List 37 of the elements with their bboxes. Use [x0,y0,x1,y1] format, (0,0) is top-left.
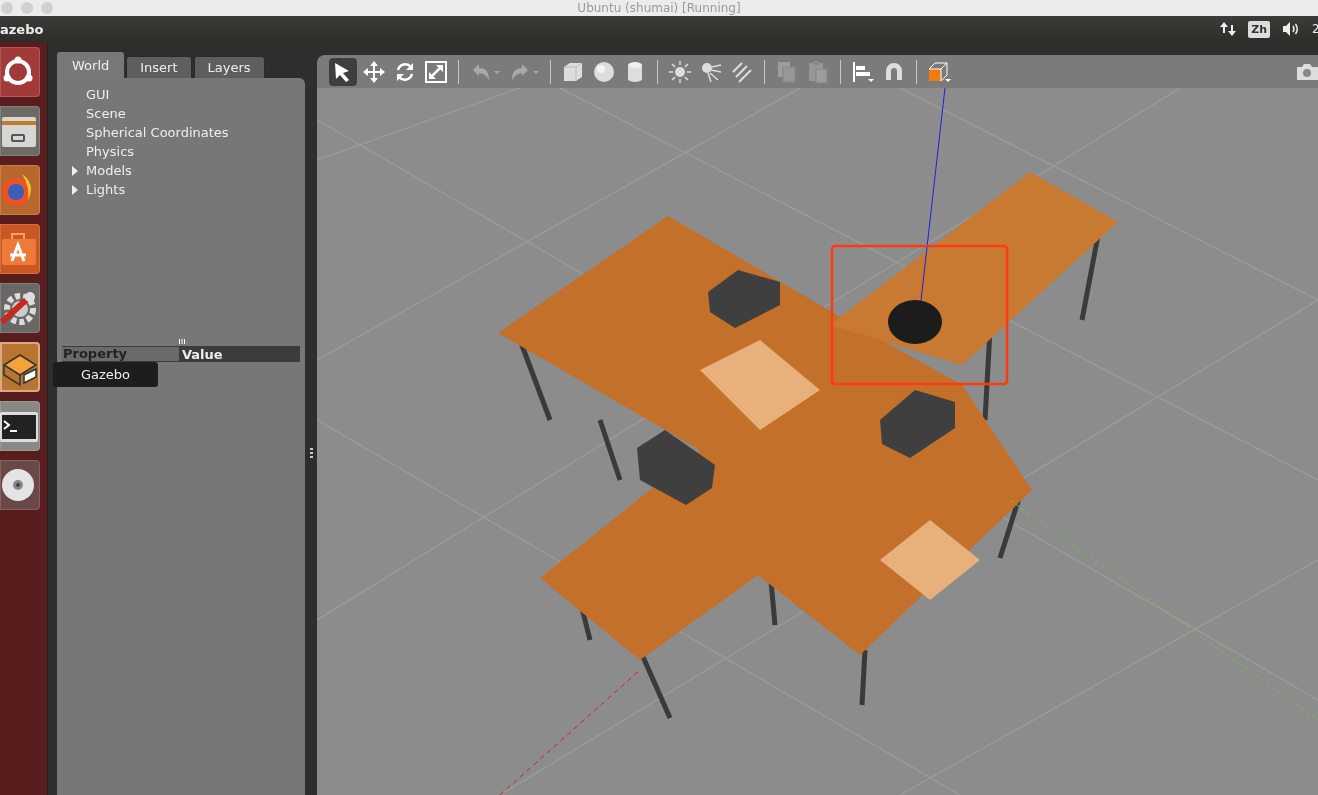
view-cube-icon [927,59,951,84]
align-icon [851,59,875,84]
launcher-item[interactable] [0,47,40,97]
tree-item[interactable]: Models [86,163,132,178]
tree-item[interactable]: Physics [86,144,135,159]
launcher-item[interactable] [0,401,40,451]
resize-icon [424,59,448,84]
sphere-icon [592,59,616,84]
expand-arrow-icon[interactable] [72,165,78,176]
splitter-grip-icon[interactable] [179,339,185,344]
expand-arrow-icon[interactable] [72,184,78,195]
column-header: Value [182,346,223,362]
tooltip: Gazebo [53,362,158,387]
app-name: azebo [0,21,44,37]
speaker-icon[interactable] [1282,21,1300,37]
launcher-item[interactable] [0,342,40,392]
camera-icon[interactable] [1296,62,1318,80]
paste-icon [806,59,830,84]
tree-item[interactable]: Lights [86,182,126,197]
panel-tab[interactable]: Insert [126,56,192,78]
clock[interactable]: 2 [1312,22,1318,36]
sun-icon [668,59,692,84]
caret-icon [493,69,501,74]
tree-item[interactable]: Spherical Coordinates [86,125,229,140]
input-method-indicator[interactable]: Zh [1248,20,1270,38]
splitter-grip-icon[interactable] [310,448,313,458]
move-arrows-icon [362,59,386,84]
tree-item[interactable]: GUI [86,87,110,102]
panel-tab[interactable]: Layers [193,56,265,78]
network-arrows-icon[interactable] [1220,21,1237,37]
caret-icon [532,69,540,74]
panel-tab[interactable]: World [57,52,125,78]
tree-item[interactable]: Scene [86,106,126,121]
toolbar-button[interactable] [329,57,357,86]
column-header: Property [62,347,179,361]
window-title: Ubuntu (shumai) [Running] [577,1,741,15]
launcher-item[interactable] [0,460,40,510]
